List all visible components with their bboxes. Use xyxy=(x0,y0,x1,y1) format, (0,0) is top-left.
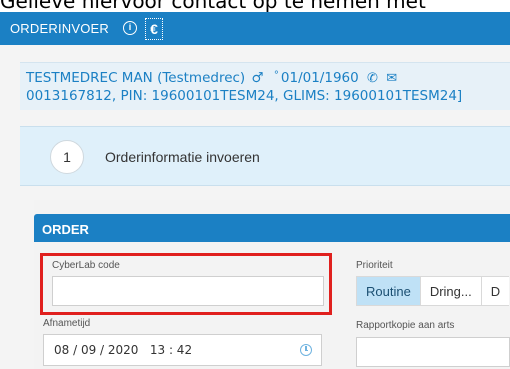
priority-option-routine[interactable]: Routine xyxy=(356,276,420,306)
step-number-badge[interactable]: 1 xyxy=(50,140,84,174)
patient-info-line: TESTMEDREC MAN (Testmedrec) ♂ ° 01/01/196… xyxy=(26,70,397,86)
info-icon[interactable]: i xyxy=(123,21,137,35)
priority-selector: Routine Dring... D xyxy=(356,276,510,306)
rapportkopie-label: Rapportkopie aan arts xyxy=(356,320,455,331)
priority-option-d[interactable]: D xyxy=(480,276,510,306)
banner-text: Gelieve hiervoor contact op te nemen met xyxy=(0,0,426,12)
afnametijd-datetime-input[interactable]: 08 / 09 / 2020 13 : 42 xyxy=(43,334,322,366)
highlight-box xyxy=(40,253,332,315)
priority-option-dringend[interactable]: Dring... xyxy=(419,276,481,306)
step-label[interactable]: Orderinformatie invoeren xyxy=(105,149,260,165)
patient-name: TESTMEDREC MAN (Testmedrec) xyxy=(26,70,246,86)
phone-icon[interactable]: ✆ xyxy=(367,71,378,86)
patient-identifiers: 0013167812, PIN: 19600101TESM24, GLIMS: … xyxy=(26,88,463,104)
order-title: ORDER xyxy=(42,222,89,237)
app-header: ORDERINVOER i € xyxy=(0,12,510,45)
mail-icon[interactable]: ✉ xyxy=(386,71,397,86)
patient-banner: TESTMEDREC MAN (Testmedrec) ♂ ° 01/01/196… xyxy=(20,62,510,110)
euro-icon[interactable]: € xyxy=(145,18,163,40)
wizard-step-bar: 1 Orderinformatie invoeren xyxy=(20,126,510,186)
rapportkopie-input[interactable] xyxy=(356,337,510,367)
patient-birthdate: 01/01/1960 xyxy=(280,70,359,86)
birth-icon: ° xyxy=(273,70,279,81)
male-icon: ♂ xyxy=(251,70,264,86)
app-title: ORDERINVOER xyxy=(10,21,109,36)
top-banner: Gelieve hiervoor contact op te nemen met xyxy=(0,0,510,12)
afnametijd-label: Afnametijd xyxy=(43,318,91,329)
clock-icon[interactable] xyxy=(300,344,312,356)
afnametijd-value[interactable]: 08 / 09 / 2020 13 : 42 xyxy=(54,343,192,357)
priority-label: Prioriteit xyxy=(356,260,393,271)
order-section-header: ORDER xyxy=(34,214,510,242)
